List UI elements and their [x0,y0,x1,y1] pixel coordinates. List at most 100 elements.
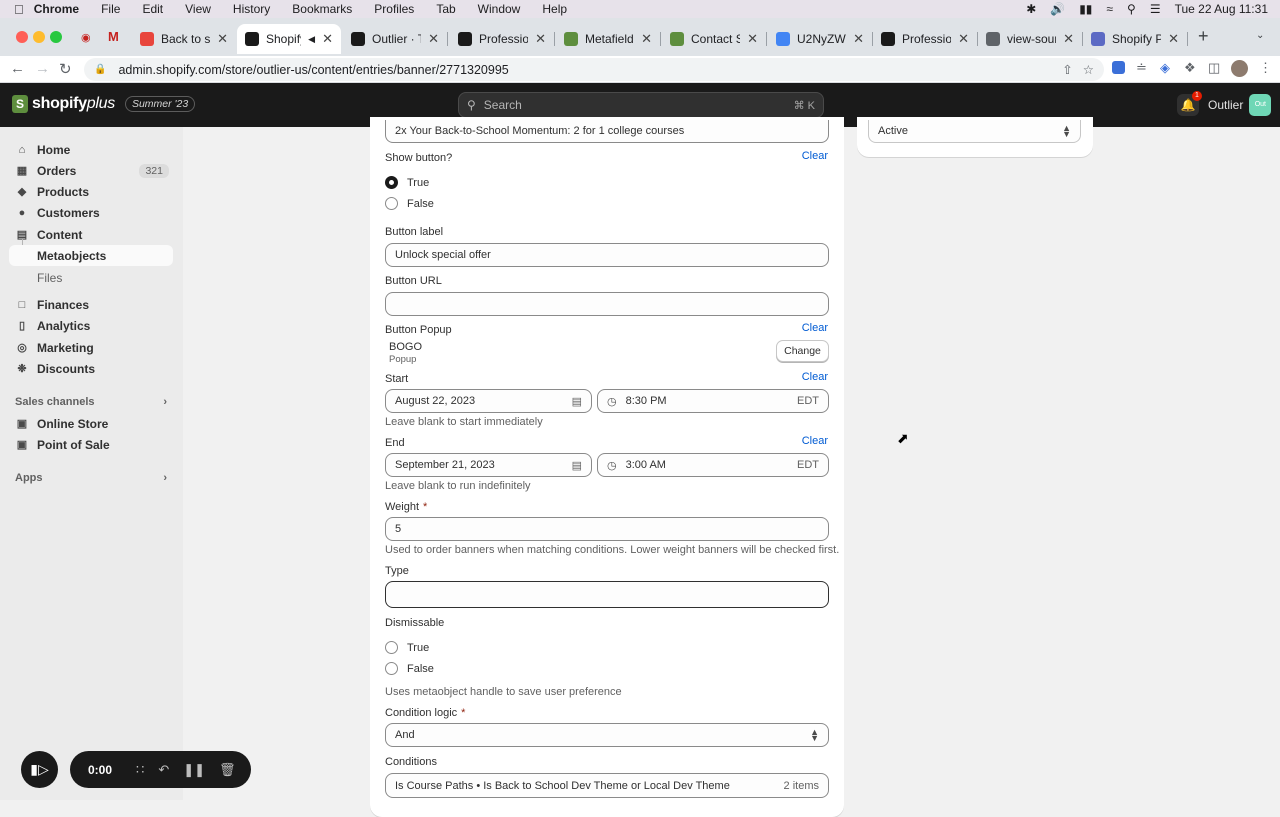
extensions-puzzle-icon[interactable]: ❖ [1184,60,1196,76]
menu-app[interactable]: Chrome [34,2,79,16]
grid-icon[interactable]: ∷ [136,762,144,778]
undo-icon[interactable]: ↶ [158,762,169,778]
notifications-button[interactable]: 🔔 1 [1177,91,1202,116]
conditions-field[interactable]: Is Course Paths • Is Back to School Dev … [385,773,829,798]
menu-bookmarks[interactable]: Bookmarks [292,2,352,16]
menubar-clock[interactable]: Tue 22 Aug 11:31 [1175,2,1268,16]
lock-icon[interactable]: 🔒 [94,64,106,75]
bookmark-star-icon[interactable]: ☆ [1083,62,1094,77]
sidebar-item-analytics[interactable]: ▯ Analytics [9,315,173,336]
weight-input[interactable]: 5 [385,517,829,541]
gmail-pinned-tab[interactable]: M [108,29,119,44]
extension-2-icon[interactable]: ≐ [1136,60,1147,76]
tab-6[interactable]: U2NyZWVuc ✕ [768,24,873,54]
trash-icon[interactable]: 🗑 [219,762,236,778]
side-panel-icon[interactable]: ◫ [1208,60,1220,76]
reload-icon[interactable]: ↻ [59,60,72,78]
shopify-plus-logo[interactable]: S shopifyplus Summer '23 [12,95,196,113]
menu-edit[interactable]: Edit [142,2,163,16]
calendar-icon[interactable]: ▤ [572,459,582,472]
show-button-false-radio[interactable]: False [385,197,434,210]
volume-icon[interactable]: 🔊 [1050,2,1065,16]
tab-7[interactable]: Professional ✕ [873,24,978,54]
dismissable-false-radio[interactable]: False [385,662,434,675]
tab-close-icon[interactable]: ✕ [641,31,652,47]
status-select[interactable]: Active ▲ ▼ [868,120,1081,143]
close-window-button[interactable] [16,31,28,43]
tab-close-icon[interactable]: ✕ [535,31,546,47]
apps-header[interactable]: Apps › [15,472,167,484]
tab-3[interactable]: Professional ✕ [450,24,555,54]
extension-3-icon[interactable]: ◈ [1160,60,1170,76]
sidebar-item-customers[interactable]: ● Customers [9,202,173,223]
end-time-input[interactable]: ◷ 3:00 AM EDT [597,453,829,477]
forward-icon[interactable]: → [35,60,50,77]
tab-2[interactable]: Outlier · Ther ✕ [343,24,448,54]
sidebar-item-products[interactable]: ◆ Products [9,181,173,202]
menu-window[interactable]: Window [478,2,521,16]
heading-field[interactable]: 2x Your Back-to-School Momentum: 2 for 1… [385,120,829,143]
end-clear-link[interactable]: Clear [780,435,828,447]
tab-4[interactable]: Metafield dat ✕ [556,24,661,54]
sidebar-item-point-of-sale[interactable]: ▣ Point of Sale [9,434,173,455]
tab-close-icon[interactable]: ✕ [428,31,439,47]
sidebar-item-marketing[interactable]: ◎ Marketing [9,337,173,358]
button-popup-clear-link[interactable]: Clear [780,322,828,334]
sidebar-item-files[interactable]: Files [9,267,173,288]
end-date-input[interactable]: September 21, 2023 ▤ [385,453,592,477]
show-button-clear-link[interactable]: Clear [780,150,828,162]
extension-1-icon[interactable] [1112,61,1125,74]
condition-logic-select[interactable]: And ▲ ▼ [385,723,829,747]
chrome-menu-icon[interactable]: ⋮ [1259,60,1272,76]
start-time-input[interactable]: ◷ 8:30 PM EDT [597,389,829,413]
tab-close-icon[interactable]: ✕ [322,31,333,47]
radio-unchecked[interactable] [385,197,398,210]
tab-close-icon[interactable]: ✕ [1168,31,1179,47]
pause-icon[interactable]: ❚❚ [183,762,205,778]
calendar-icon[interactable]: ▤ [572,395,582,408]
search-bar[interactable]: ⚲ Search ⌘ K [458,92,824,118]
radio-unchecked[interactable] [385,662,398,675]
sales-channels-header[interactable]: Sales channels › [15,396,167,408]
minimize-window-button[interactable] [33,31,45,43]
popup-reference-name[interactable]: BOGO [389,341,422,353]
sidebar-item-online-store[interactable]: ▣ Online Store [9,413,173,434]
battery-icon[interactable]: ▮▮ [1079,2,1092,16]
zoom-window-button[interactable] [50,31,62,43]
wifi-icon[interactable]: ≈ [1106,2,1113,16]
share-icon[interactable]: ⇧ [1062,62,1072,77]
radio-unchecked[interactable] [385,641,398,654]
speaker-icon[interactable]: ◀ [308,34,315,45]
button-url-input[interactable] [385,292,829,316]
menu-history[interactable]: History [233,2,270,16]
tab-close-icon[interactable]: ✕ [958,31,969,47]
sidebar-item-content[interactable]: ▤ Content [9,224,173,245]
address-bar[interactable]: 🔒 admin.shopify.com/store/outlier-us/con… [84,58,1104,81]
tab-close-icon[interactable]: ✕ [747,31,758,47]
sidebar-item-orders[interactable]: ▦ Orders 321 [9,160,173,181]
menu-view[interactable]: View [185,2,211,16]
control-center-icon[interactable]: ☰ [1150,2,1161,16]
menu-file[interactable]: File [101,2,120,16]
menu-profiles[interactable]: Profiles [374,2,414,16]
button-label-input[interactable]: Unlock special offer [385,243,829,267]
apple-icon[interactable]:  [14,2,24,17]
sidebar-item-home[interactable]: ⌂ Home [9,139,173,160]
tab-0[interactable]: Back to scho ✕ [132,24,236,54]
tab-close-icon[interactable]: ✕ [217,31,228,47]
type-input[interactable] [385,581,829,608]
menu-tab[interactable]: Tab [436,2,455,16]
show-button-true-radio[interactable]: True [385,176,429,189]
change-popup-button[interactable]: Change [776,340,829,362]
back-icon[interactable]: ← [10,60,25,77]
new-tab-button[interactable]: + [1198,26,1209,47]
radio-checked[interactable] [385,176,398,189]
menu-help[interactable]: Help [542,2,567,16]
start-date-input[interactable]: August 22, 2023 ▤ [385,389,592,413]
sidebar-item-metaobjects[interactable]: Metaobjects [9,245,173,266]
tab-8[interactable]: view-source: ✕ [978,24,1083,54]
dismissable-true-radio[interactable]: True [385,641,429,654]
bluetooth-icon[interactable]: ✱ [1026,2,1036,16]
tab-1[interactable]: Shopify P ◀ ✕ [237,24,341,54]
store-menu[interactable]: Outlier Out [1208,94,1272,116]
